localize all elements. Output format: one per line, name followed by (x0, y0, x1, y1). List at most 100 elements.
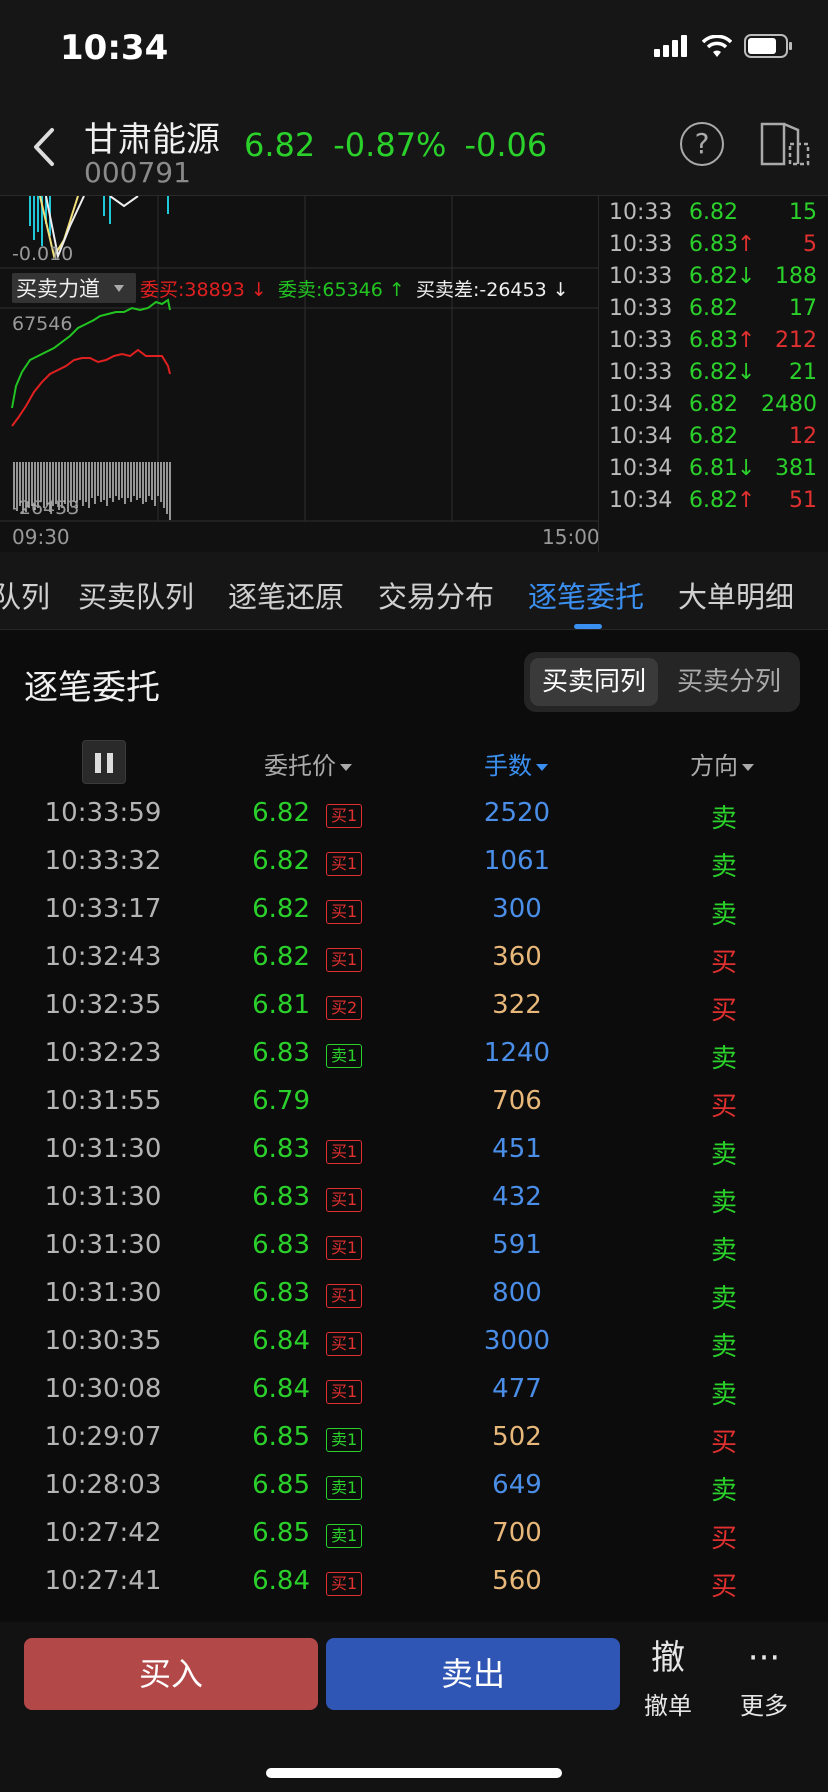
tick-time: 10:34 (609, 488, 673, 513)
detail-tabs: 队列 买卖队列 逐笔还原 交易分布 逐笔委托 大单明细 (0, 552, 828, 630)
order-row[interactable]: 10:29:07 6.85 卖1 502 买 (0, 1416, 828, 1464)
more-button[interactable]: ··· 更多 (724, 1636, 804, 1721)
mode-split-column[interactable]: 买卖分列 (664, 658, 794, 706)
mode-same-column[interactable]: 买卖同列 (530, 658, 658, 706)
order-price: 6.83 (252, 1230, 310, 1260)
order-level-badge: 买1 (326, 1380, 363, 1404)
intraday-chart[interactable]: -0.010 买卖力道 委买:38893 ↓ 委卖:65346 ↑ 买卖差:-2… (0, 196, 598, 552)
tick-row: 10:33 6.82 17 (599, 296, 828, 332)
order-direction: 买 (710, 1524, 737, 1554)
tick-price: 6.82 (689, 424, 738, 449)
order-row[interactable]: 10:32:23 6.83 卖1 1240 卖 (0, 1032, 828, 1080)
order-price: 6.84 (252, 1566, 310, 1596)
tab-queue[interactable]: 队列 (0, 574, 50, 616)
order-time: 10:31:30 (44, 1134, 162, 1164)
tick-list[interactable]: 10:33 6.82 15 10:33 6.83 ↑ 5 10:33 6.82 ↓ 188 10:33… (598, 196, 828, 552)
order-row[interactable]: 10:31:55 6.79 706 买 (0, 1080, 828, 1128)
switch-layout-icon[interactable] (760, 120, 810, 170)
tab-trade-distribution[interactable]: 交易分布 (378, 574, 494, 616)
order-time: 10:31:30 (44, 1278, 162, 1308)
order-row[interactable]: 10:30:08 6.84 买1 477 卖 (0, 1368, 828, 1416)
active-tab-indicator (574, 624, 602, 629)
pause-icon-bar (107, 753, 113, 773)
order-row[interactable]: 10:33:17 6.82 买1 300 卖 (0, 888, 828, 936)
order-time: 10:33:17 (44, 894, 162, 924)
order-row[interactable]: 10:31:30 6.83 买1 591 卖 (0, 1224, 828, 1272)
tab-order-by-order[interactable]: 逐笔委托 (528, 574, 644, 616)
sell-button[interactable]: 卖出 (326, 1638, 620, 1710)
tick-row: 10:33 6.82 15 (599, 200, 828, 236)
cancel-order-button[interactable]: 撤 撤单 (628, 1636, 708, 1721)
tick-time: 10:33 (609, 200, 673, 225)
order-quantity: 649 (492, 1470, 542, 1500)
order-quantity: 451 (492, 1134, 542, 1164)
more-icon: ··· (747, 1638, 781, 1678)
tick-price: 6.82 (689, 264, 738, 289)
order-direction: 买 (710, 1428, 737, 1458)
order-direction: 卖 (710, 1236, 737, 1266)
order-quantity: 477 (492, 1374, 542, 1404)
order-row[interactable]: 10:31:30 6.83 买1 451 卖 (0, 1128, 828, 1176)
order-row[interactable]: 10:27:41 6.84 买1 560 买 (0, 1560, 828, 1608)
order-time: 10:31:30 (44, 1230, 162, 1260)
order-direction: 卖 (710, 804, 737, 834)
order-row[interactable]: 10:30:35 6.84 买1 3000 卖 (0, 1320, 828, 1368)
buy-force-line (11, 348, 171, 427)
tick-row: 10:34 6.82 2480 (599, 392, 828, 428)
stock-header: 甘肃能源 000791 6.82 -0.87% -0.06 ? (0, 100, 828, 196)
indicator-top-value: 67546 (12, 313, 72, 335)
tick-price: 6.82 (689, 296, 738, 321)
buy-button[interactable]: 买入 (24, 1638, 318, 1710)
order-level-badge: 卖1 (326, 1428, 363, 1452)
column-header-price[interactable]: 委托价 (264, 746, 352, 781)
tick-row: 10:34 6.82 12 (599, 424, 828, 460)
order-list[interactable]: 10:33:59 6.82 买1 2520 卖 10:33:32 6.82 买1 1061 卖 10… (0, 792, 828, 1622)
order-level-badge: 卖1 (326, 1044, 363, 1068)
help-button[interactable]: ? (680, 122, 724, 166)
battery-icon (744, 34, 792, 58)
tick-volume: 2480 (761, 392, 817, 417)
column-header-direction[interactable]: 方向 (690, 746, 754, 781)
indicator-buy: 委买:38893 ↓ (140, 279, 267, 301)
order-direction: 卖 (710, 1044, 737, 1074)
order-time: 10:32:43 (44, 942, 162, 972)
order-quantity: 502 (492, 1422, 542, 1452)
order-level-badge: 卖1 (326, 1524, 363, 1548)
time-axis-start: 09:30 (12, 525, 70, 549)
tab-buy-sell-queue[interactable]: 买卖队列 (78, 574, 194, 616)
order-row[interactable]: 10:32:43 6.82 买1 360 买 (0, 936, 828, 984)
tick-time: 10:34 (609, 424, 673, 449)
tick-time: 10:33 (609, 360, 673, 385)
order-row[interactable]: 10:31:30 6.83 买1 800 卖 (0, 1272, 828, 1320)
stock-quote: 6.82 -0.87% -0.06 (244, 126, 547, 164)
home-indicator (266, 1768, 562, 1778)
order-direction: 买 (710, 948, 737, 978)
order-quantity: 560 (492, 1566, 542, 1596)
order-price: 6.82 (252, 846, 310, 876)
pause-button[interactable] (82, 740, 126, 784)
order-row[interactable]: 10:31:30 6.83 买1 432 卖 (0, 1176, 828, 1224)
order-price: 6.82 (252, 894, 310, 924)
indicator-name[interactable]: 买卖力道 (16, 277, 100, 301)
order-row[interactable]: 10:33:32 6.82 买1 1061 卖 (0, 840, 828, 888)
order-row[interactable]: 10:33:59 6.82 买1 2520 卖 (0, 792, 828, 840)
order-price: 6.85 (252, 1422, 310, 1452)
order-direction: 卖 (710, 1380, 737, 1410)
order-row[interactable]: 10:27:42 6.85 卖1 700 买 (0, 1512, 828, 1560)
tick-row: 10:33 6.82 ↓ 21 (599, 360, 828, 396)
back-button[interactable] (24, 122, 64, 172)
order-row[interactable]: 10:28:03 6.85 卖1 649 卖 (0, 1464, 828, 1512)
tab-large-order-detail[interactable]: 大单明细 (678, 574, 794, 616)
tick-arrow: ↑ (737, 488, 756, 513)
order-row[interactable]: 10:32:35 6.81 买2 322 买 (0, 984, 828, 1032)
column-header-price-label: 委托价 (264, 752, 336, 780)
column-header-qty[interactable]: 手数 (484, 746, 548, 781)
order-time: 10:29:07 (44, 1422, 162, 1452)
stock-price: 6.82 (244, 126, 316, 164)
tick-time: 10:33 (609, 296, 673, 321)
tick-time: 10:34 (609, 392, 673, 417)
order-level-badge: 买1 (326, 900, 363, 924)
tick-time: 10:33 (609, 328, 673, 353)
order-time: 10:32:35 (44, 990, 162, 1020)
tab-tick-restore[interactable]: 逐笔还原 (228, 574, 344, 616)
